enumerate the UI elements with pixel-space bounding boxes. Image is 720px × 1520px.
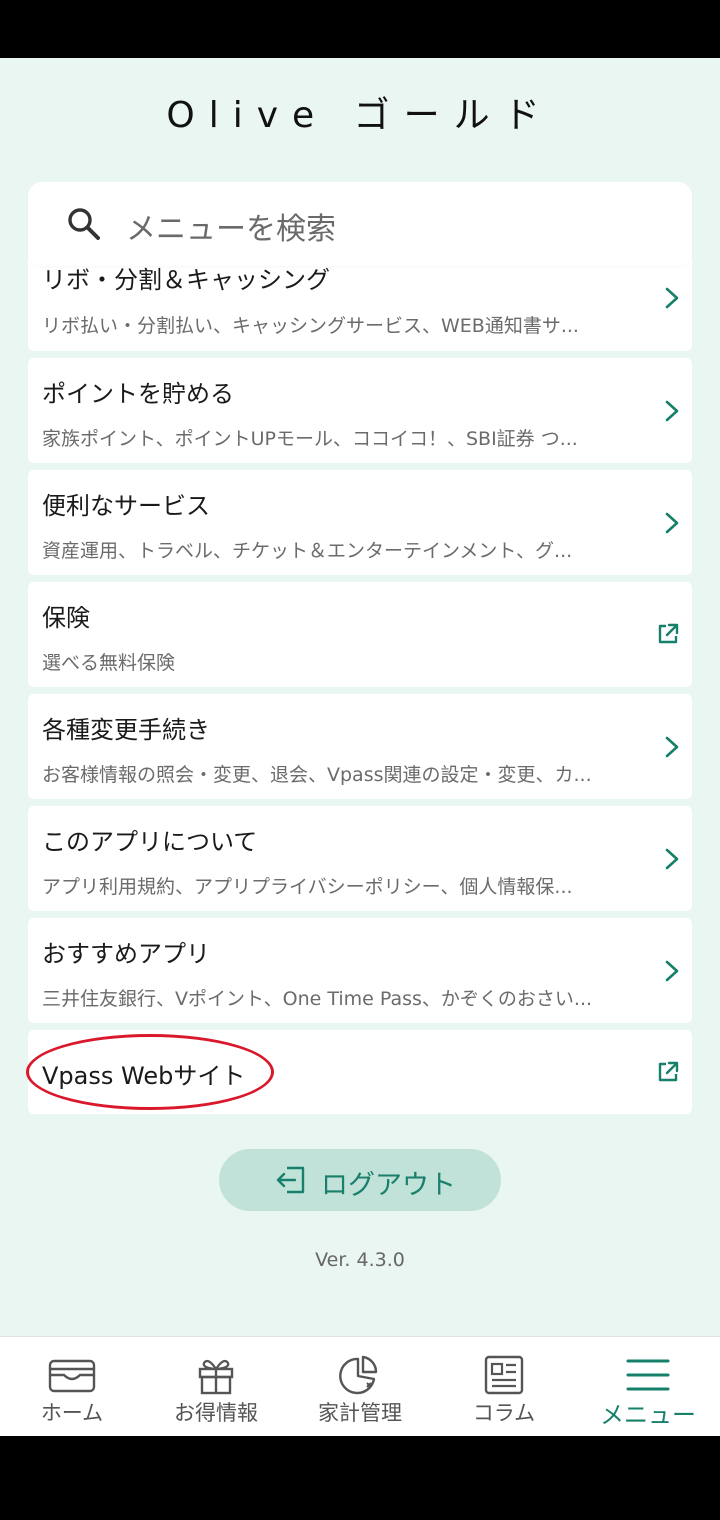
menu-item-subtitle: アプリ利用規約、アプリプライバシーポリシー、個人情報保...: [42, 876, 573, 898]
nav-item-menu[interactable]: メニュー: [576, 1337, 720, 1437]
menu-item-earn-points[interactable]: ポイントを貯める 家族ポイント、ポイントUPモール、ココイコ！、SBI証券 つ.…: [28, 358, 692, 463]
wallet-icon: [48, 1359, 96, 1393]
nav-item-budget[interactable]: 家計管理: [288, 1337, 432, 1437]
menu-item-title: おすすめアプリ: [42, 940, 210, 968]
nav-label: お得情報: [174, 1401, 258, 1425]
search-input[interactable]: メニューを検索: [28, 182, 692, 266]
nav-item-column[interactable]: コラム: [432, 1337, 576, 1437]
search-placeholder: メニューを検索: [126, 212, 336, 247]
menu-item-title: ポイントを貯める: [42, 380, 234, 408]
menu-item-subtitle: 資産運用、トラベル、チケット＆エンターテインメント、グ...: [42, 540, 573, 562]
chevron-right-icon: [665, 960, 679, 982]
nav-label: メニュー: [600, 1401, 696, 1429]
chevron-right-icon: [665, 512, 679, 534]
external-link-icon: [658, 1061, 679, 1082]
chevron-right-icon: [665, 287, 679, 309]
external-link-icon: [658, 623, 679, 644]
menu-item-subtitle: 家族ポイント、ポイントUPモール、ココイコ！、SBI証券 つ...: [42, 428, 578, 450]
nav-label: 家計管理: [318, 1401, 402, 1425]
chevron-right-icon: [665, 400, 679, 422]
menu-item-subtitle: リボ払い・分割払い、キャッシングサービス、WEB通知書サ...: [42, 315, 579, 337]
logout-button[interactable]: ログアウト: [219, 1149, 501, 1211]
nav-label: コラム: [472, 1401, 536, 1425]
logout-icon: [276, 1166, 305, 1194]
menu-item-recommended-apps[interactable]: おすすめアプリ 三井住友銀行、Vポイント、One Time Pass、かぞくのお…: [28, 918, 692, 1023]
logout-label: ログアウト: [321, 1170, 456, 1201]
gift-icon: [198, 1359, 234, 1395]
chevron-right-icon: [665, 736, 679, 758]
menu-item-title: 便利なサービス: [42, 492, 210, 520]
menu-item-about-app[interactable]: このアプリについて アプリ利用規約、アプリプライバシーポリシー、個人情報保...: [28, 806, 692, 911]
menu-item-title: このアプリについて: [42, 828, 258, 856]
menu-item-title: Vpass Webサイト: [42, 1062, 246, 1090]
bottom-nav: ホーム お得情報 家計管理 コラム メニュー: [0, 1336, 720, 1437]
hamburger-menu-icon: [626, 1359, 670, 1391]
search-icon: [68, 208, 100, 240]
page-title: Olive ゴールド: [166, 95, 554, 136]
menu-item-subtitle: お客様情報の照会・変更、退会、Vpass関連の設定・変更、カ...: [42, 764, 592, 786]
nav-item-deals[interactable]: お得情報: [144, 1337, 288, 1437]
menu-item-vpass-website[interactable]: Vpass Webサイト: [28, 1030, 692, 1114]
menu-item-subtitle: 三井住友銀行、Vポイント、One Time Pass、かぞくのおさい...: [42, 988, 593, 1010]
pie-chart-icon: [339, 1355, 378, 1395]
nav-item-home[interactable]: ホーム: [0, 1337, 144, 1437]
menu-item-change-procedures[interactable]: 各種変更手続き お客様情報の照会・変更、退会、Vpass関連の設定・変更、カ..…: [28, 694, 692, 799]
menu-item-title: 保険: [42, 604, 90, 632]
nav-label: ホーム: [40, 1401, 104, 1425]
menu-item-useful-services[interactable]: 便利なサービス 資産運用、トラベル、チケット＆エンターテインメント、グ...: [28, 470, 692, 575]
status-bar: [0, 0, 720, 58]
chevron-right-icon: [665, 848, 679, 870]
menu-item-title: 各種変更手続き: [42, 716, 210, 744]
version-text: Ver. 4.3.0: [315, 1249, 405, 1271]
menu-item-subtitle: 選べる無料保険: [42, 652, 176, 674]
menu-item-insurance[interactable]: 保険 選べる無料保険: [28, 582, 692, 687]
system-gesture-bar: [0, 1436, 720, 1520]
menu-screen: Olive ゴールド リボ・分割＆キャッシング リボ払い・分割払い、キャッシング…: [0, 58, 720, 1336]
newspaper-icon: [484, 1355, 524, 1395]
